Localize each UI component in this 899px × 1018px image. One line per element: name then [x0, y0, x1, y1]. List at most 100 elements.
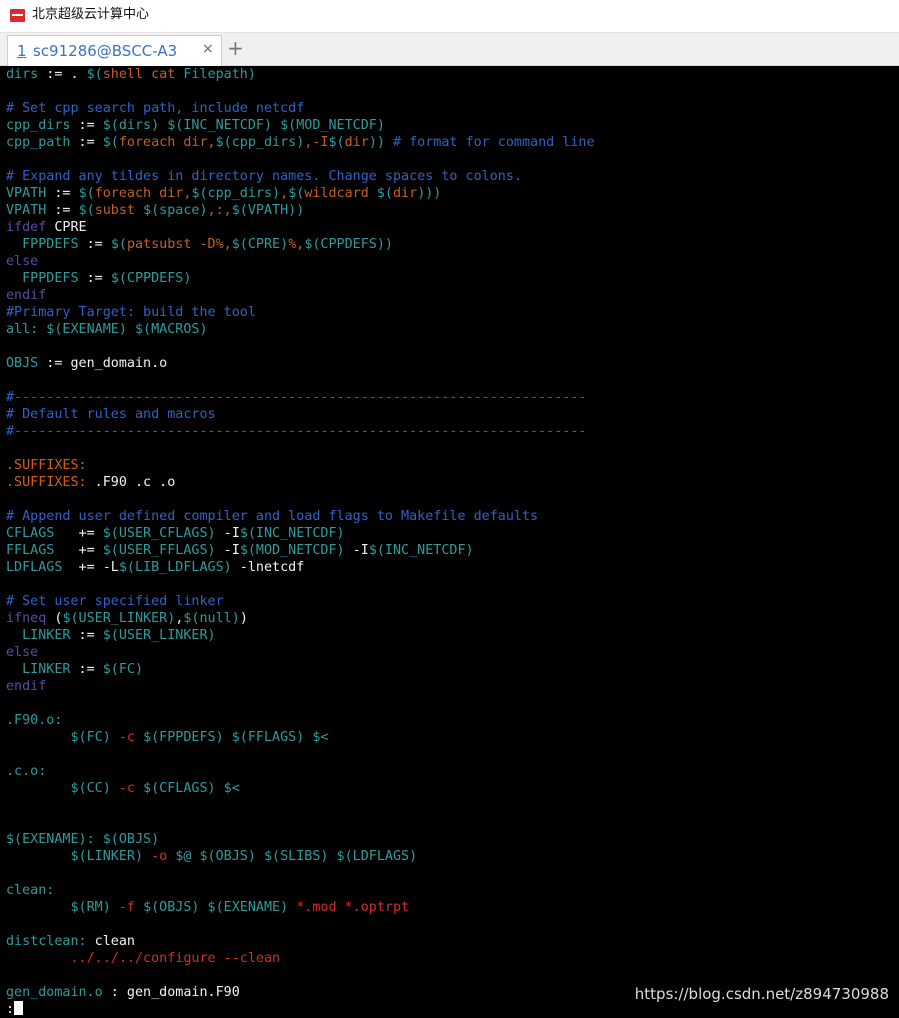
- terminal-token: -I: [215, 526, 240, 541]
- terminal-token: := .: [38, 67, 87, 82]
- tab-session[interactable]: 1 sc91286@BSCC-A3 ×: [7, 35, 222, 66]
- terminal-token: $(: [102, 135, 119, 150]
- terminal-line: # Expand any tildes in directory names. …: [6, 168, 595, 185]
- terminal-token: ))): [417, 186, 442, 201]
- terminal-line: # Set cpp search path, include netcdf: [6, 100, 595, 117]
- terminal-line: LDFLAGS += -L$(LIB_LDFLAGS) -lnetcdf: [6, 559, 595, 576]
- terminal-token: +=: [54, 543, 103, 558]
- terminal-token: %,: [288, 237, 305, 252]
- terminal-token: # Expand any tildes in directory names. …: [6, 169, 522, 184]
- terminal-token: FFLAGS: [6, 543, 55, 558]
- terminal-token: :=: [78, 237, 111, 252]
- terminal-line: $(RM) -f $(OBJS) $(EXENAME) *.mod *.optr…: [6, 899, 595, 916]
- terminal-token: -o: [143, 849, 176, 864]
- terminal-token: $(VPATH)): [231, 203, 305, 218]
- terminal-token: $(USER_LINKER): [62, 611, 176, 626]
- terminal-token: -I: [215, 543, 240, 558]
- terminal-line: else: [6, 253, 595, 270]
- terminal-token: $(LINKER): [6, 849, 144, 864]
- terminal-token: patsubst -D%,: [126, 237, 232, 252]
- terminal-token: :=: [78, 271, 111, 286]
- terminal-line: :: [6, 1001, 595, 1018]
- terminal-token: ): [239, 611, 248, 626]
- terminal-token: $(: [78, 186, 95, 201]
- terminal-line: gen_domain.o : gen_domain.F90: [6, 984, 595, 1001]
- terminal-token: :=: [70, 118, 103, 133]
- terminal-token: # Set user specified linker: [6, 594, 224, 609]
- terminal-token: dir: [344, 135, 369, 150]
- terminal-line: $(CC) -c $(CFLAGS) $<: [6, 780, 595, 797]
- terminal-token: $(space): [143, 203, 208, 218]
- terminal-token: .c.o:: [6, 764, 47, 779]
- terminal-token: #Primary Target: build the tool: [6, 305, 256, 320]
- terminal-token: $(FC): [102, 662, 144, 677]
- terminal-token: $(: [288, 186, 305, 201]
- terminal-token: # Set cpp search path, include netcdf: [6, 101, 305, 116]
- terminal-token: VPATH: [6, 203, 47, 218]
- terminal-token: $(USER_LINKER): [102, 628, 216, 643]
- terminal-line: ifneq ($(USER_LINKER),$(null)): [6, 610, 595, 627]
- new-tab-plus-icon[interactable]: +: [227, 37, 244, 59]
- terminal-token: #---------------------------------------…: [6, 390, 587, 405]
- tab-index: 1: [17, 42, 27, 60]
- terminal-token: cpp_dirs: [6, 118, 71, 133]
- terminal-token: CPRE: [46, 220, 87, 235]
- terminal-line: VPATH := $(subst $(space),:,$(VPATH)): [6, 202, 595, 219]
- terminal-line: all: $(EXENAME) $(MACROS): [6, 321, 595, 338]
- terminal-token: clean:: [6, 883, 55, 898]
- terminal-token: all: $(EXENAME) $(MACROS): [6, 322, 208, 337]
- app-logo-icon: [10, 9, 25, 22]
- terminal-view[interactable]: dirs := . $(shell cat Filepath) # Set cpp…: [0, 66, 899, 1017]
- terminal-token: $(CC): [6, 781, 111, 796]
- terminal-token: -c: [110, 730, 144, 745]
- terminal-token: FPPDEFS: [6, 237, 79, 252]
- terminal-token: :=: [46, 186, 79, 201]
- terminal-line: .SUFFIXES:: [6, 457, 595, 474]
- terminal-token: subst: [94, 203, 144, 218]
- terminal-token: ,-I: [304, 135, 329, 150]
- terminal-token: VPATH: [6, 186, 47, 201]
- terminal-line: # Default rules and macros: [6, 406, 595, 423]
- terminal-token: $(FPPDEFS) $(FFLAGS) $<: [143, 730, 329, 745]
- terminal-token: shell cat: [102, 67, 184, 82]
- terminal-token: $(EXENAME): $(OBJS): [6, 832, 160, 847]
- terminal-token: LINKER: [6, 628, 71, 643]
- terminal-token: wildcard: [304, 186, 377, 201]
- terminal-token: $(RM): [6, 900, 111, 915]
- terminal-line: FFLAGS += $(USER_FFLAGS) -I$(MOD_NETCDF)…: [6, 542, 595, 559]
- terminal-token: .SUFFIXES:: [6, 458, 87, 473]
- terminal-token: $(USER_FFLAGS): [102, 543, 216, 558]
- terminal-line: #---------------------------------------…: [6, 389, 595, 406]
- terminal-token: -c: [110, 781, 144, 796]
- terminal-token: dir: [393, 186, 418, 201]
- terminal-line: VPATH := $(foreach dir,$(cpp_dirs),$(wil…: [6, 185, 595, 202]
- terminal-token: $(CPPDEFS): [110, 271, 192, 286]
- terminal-token: $(null): [183, 611, 240, 626]
- terminal-line: #Primary Target: build the tool: [6, 304, 595, 321]
- terminal-token: ,:,: [207, 203, 232, 218]
- terminal-token: $@ $(OBJS) $(SLIBS) $(LDFLAGS): [175, 849, 418, 864]
- terminal-token: $(OBJS) $(EXENAME): [143, 900, 289, 915]
- terminal-line: endif: [6, 678, 595, 695]
- terminal-line: dirs := . $(shell cat Filepath): [6, 66, 595, 83]
- close-tab-icon[interactable]: ×: [202, 41, 214, 57]
- terminal-token: $(MOD_NETCDF): [239, 543, 345, 558]
- terminal-line: # Append user defined compiler and load …: [6, 508, 595, 525]
- terminal-line: cpp_path := $(foreach dir,$(cpp_dirs),-I…: [6, 134, 595, 151]
- watermark: https://blog.csdn.net/z894730988: [634, 985, 889, 1003]
- terminal-line: distclean: clean: [6, 933, 595, 950]
- terminal-token: :=: [70, 662, 103, 677]
- terminal-token: # Default rules and macros: [6, 407, 216, 422]
- terminal-token: (: [46, 611, 63, 626]
